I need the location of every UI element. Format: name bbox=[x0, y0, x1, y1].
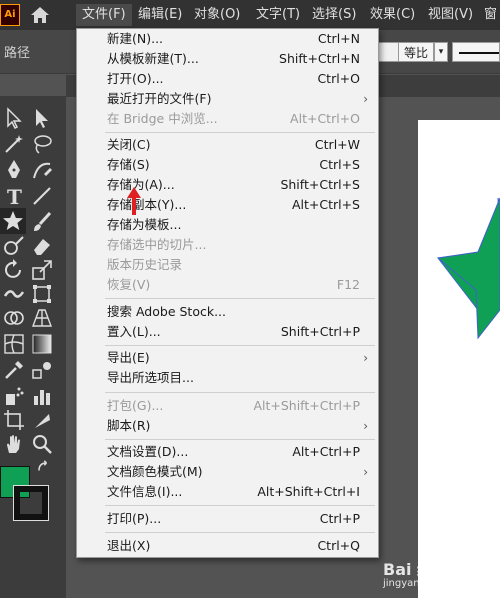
menu-separator bbox=[105, 298, 375, 299]
stroke-color-swatch[interactable] bbox=[13, 485, 49, 521]
watermark-brand: Bai 经验 bbox=[383, 560, 450, 579]
shape-builder-icon[interactable] bbox=[2, 306, 26, 330]
menu-item-search-adobe-stock[interactable]: 搜索 Adobe Stock... bbox=[77, 302, 378, 322]
slice-icon[interactable] bbox=[30, 408, 54, 432]
menu-item-package: 打包(G)... Alt+Shift+Ctrl+P bbox=[107, 398, 360, 413]
menu-item-export-selection[interactable]: 导出所选项目... bbox=[77, 368, 378, 388]
chevron-down-icon[interactable]: ▾ bbox=[434, 42, 448, 62]
menu-item-save-copy[interactable]: 存储副本(Y)... Alt+Ctrl+S bbox=[77, 195, 378, 215]
type-icon[interactable]: T bbox=[2, 184, 26, 208]
blend-icon[interactable] bbox=[30, 358, 54, 382]
menu-item-document-color-mode[interactable]: 文档颜色模式(M) › bbox=[77, 462, 378, 482]
curvature-icon[interactable] bbox=[30, 158, 54, 182]
column-graph-icon[interactable] bbox=[30, 384, 54, 408]
stroke-profile-label[interactable]: 等比 bbox=[398, 42, 434, 62]
selection-tool-icon[interactable] bbox=[2, 106, 26, 130]
file-menu-dropdown: 新建(N)... Ctrl+N 从模板新建(T)... Shift+Ctrl+N 打… bbox=[76, 28, 379, 558]
svg-text:T: T bbox=[7, 185, 22, 208]
star-icon[interactable] bbox=[1, 209, 25, 233]
menu-separator bbox=[105, 532, 375, 533]
object-type-label: 路径 bbox=[4, 46, 31, 61]
menu-item-save-selected-slices: 存储选中的切片... bbox=[107, 237, 207, 252]
menu-edit[interactable]: 编辑(E) bbox=[132, 4, 188, 26]
menu-window[interactable]: 窗 bbox=[478, 4, 500, 26]
tools-panel: T bbox=[0, 96, 66, 598]
scale-icon[interactable] bbox=[30, 258, 54, 282]
menu-item-close[interactable]: 关闭(C) Ctrl+W bbox=[77, 135, 378, 155]
home-icon[interactable] bbox=[30, 6, 50, 24]
perspective-grid-icon[interactable] bbox=[30, 306, 54, 330]
menu-item-revert: 恢复(V) F12 bbox=[107, 277, 360, 292]
menu-object[interactable]: 对象(O) bbox=[188, 4, 246, 26]
zoom-icon[interactable] bbox=[30, 432, 54, 456]
menu-item-new[interactable]: 新建(N)... Ctrl+N bbox=[77, 29, 378, 49]
symbol-sprayer-icon[interactable] bbox=[2, 384, 26, 408]
hand-icon[interactable] bbox=[2, 432, 26, 456]
menu-view[interactable]: 视图(V) bbox=[422, 4, 479, 26]
pen-icon[interactable] bbox=[2, 158, 26, 182]
star-shape[interactable] bbox=[418, 190, 500, 350]
menu-select[interactable]: 选择(S) bbox=[306, 4, 362, 26]
mesh-icon[interactable] bbox=[2, 332, 26, 356]
eraser-icon[interactable] bbox=[30, 234, 54, 258]
menu-item-print[interactable]: 打印(P)... Ctrl+P bbox=[77, 509, 378, 529]
brush-definition-preview[interactable] bbox=[452, 42, 500, 62]
watermark-url: jingyan.baidu.com bbox=[383, 578, 476, 589]
annotation-arrow-icon bbox=[127, 187, 141, 215]
menu-item-save[interactable]: 存储(S) Ctrl+S bbox=[77, 155, 378, 175]
lasso-icon[interactable] bbox=[30, 132, 54, 156]
paintbrush-icon[interactable] bbox=[30, 210, 54, 234]
menu-item-scripts[interactable]: 脚本(R) › bbox=[77, 416, 378, 436]
menu-item-new-from-template[interactable]: 从模板新建(T)... Shift+Ctrl+N bbox=[77, 49, 378, 69]
menu-item-save-as-template[interactable]: 存储为模板... bbox=[77, 215, 378, 235]
direct-selection-icon[interactable] bbox=[30, 106, 54, 130]
chevron-right-icon: › bbox=[363, 465, 368, 479]
menu-item-place[interactable]: 置入(L)... Shift+Ctrl+P bbox=[77, 322, 378, 342]
menu-item-open[interactable]: 打开(O)... Ctrl+O bbox=[77, 69, 378, 89]
menu-item-export[interactable]: 导出(E) › bbox=[77, 348, 378, 368]
menu-item-exit[interactable]: 退出(X) Ctrl+Q bbox=[77, 536, 378, 556]
menubar: Ai 文件(F) 编辑(E) 对象(O) 文字(T) 选择(S) 效果(C) 视… bbox=[0, 0, 500, 30]
rotate-icon[interactable] bbox=[2, 258, 26, 282]
menu-item-version-history: 版本历史记录 bbox=[107, 257, 183, 272]
gradient-icon[interactable] bbox=[30, 332, 54, 356]
menu-item-file-info[interactable]: 文件信息(I)... Alt+Shift+Ctrl+I bbox=[77, 482, 378, 502]
menu-item-save-as[interactable]: 存储为(A)... Shift+Ctrl+S bbox=[77, 175, 378, 195]
chevron-right-icon: › bbox=[363, 419, 368, 433]
menu-item-open-recent[interactable]: 最近打开的文件(F) › bbox=[77, 89, 378, 109]
magic-wand-icon[interactable] bbox=[2, 132, 26, 156]
app-logo: Ai bbox=[0, 4, 20, 26]
swap-colors-icon[interactable] bbox=[36, 460, 54, 478]
menu-item-document-setup[interactable]: 文档设置(D)... Alt+Ctrl+P bbox=[77, 442, 378, 462]
menu-effect[interactable]: 效果(C) bbox=[364, 4, 421, 26]
menu-file[interactable]: 文件(F) bbox=[76, 4, 132, 26]
menu-item-browse-in-bridge: 在 Bridge 中浏览... Alt+Ctrl+O bbox=[107, 111, 360, 126]
eyedropper-icon[interactable] bbox=[2, 358, 26, 382]
line-icon[interactable] bbox=[30, 184, 54, 208]
watermark: Bai 经验 jingyan.baidu.com bbox=[383, 556, 500, 596]
menu-separator bbox=[105, 505, 375, 506]
artboard-icon[interactable] bbox=[2, 408, 26, 432]
warp-icon[interactable] bbox=[2, 282, 26, 306]
shaper-icon[interactable] bbox=[2, 234, 26, 258]
menu-separator bbox=[105, 345, 375, 346]
menu-separator bbox=[105, 392, 375, 393]
menu-separator bbox=[105, 439, 375, 440]
menu-type[interactable]: 文字(T) bbox=[250, 4, 306, 26]
chevron-right-icon: › bbox=[363, 351, 368, 365]
chevron-right-icon: › bbox=[363, 92, 368, 106]
menu-separator bbox=[105, 132, 375, 133]
free-transform-icon[interactable] bbox=[30, 282, 54, 306]
